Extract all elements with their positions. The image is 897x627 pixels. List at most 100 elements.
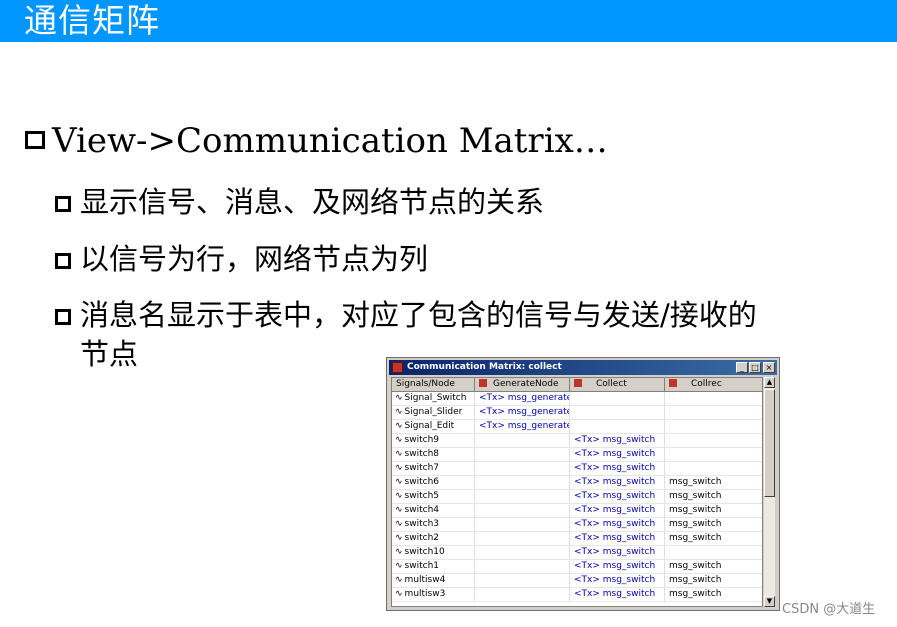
table-row[interactable]: ∿ switch8 <Tx> msg_switch [392,448,762,462]
collrec-cell[interactable]: msg_switch [665,476,762,490]
signal-name-cell[interactable]: ∿ switch4 [392,504,475,518]
collect-cell[interactable]: <Tx> msg_switch [570,588,665,602]
collrec-cell[interactable] [665,546,762,560]
scrollbar-thumb[interactable] [764,389,775,497]
table-row[interactable]: ∿ Signal_Edit <Tx> msg_generate [392,420,762,434]
table-row[interactable]: ∿ switch4 <Tx> msg_switch msg_switch [392,504,762,518]
window-title: Communication Matrix: collect [407,362,562,372]
column-header-label: Signals/Node [396,379,455,389]
signal-name-cell[interactable]: ∿ switch8 [392,448,475,462]
maximize-button[interactable]: □ [749,362,761,373]
minimize-button[interactable]: _ [736,362,748,373]
collect-cell[interactable] [570,392,665,406]
table-row[interactable]: ∿ switch5 <Tx> msg_switch msg_switch [392,490,762,504]
table-row[interactable]: ∿ switch9 <Tx> msg_switch [392,434,762,448]
table-row[interactable]: ∿ switch1 <Tx> msg_switch msg_switch [392,560,762,574]
signal-name-cell[interactable]: ∿ switch10 [392,546,475,560]
signal-wave-icon: ∿ [395,435,403,445]
generatenode-cell[interactable]: <Tx> msg_generate [475,406,570,420]
signal-name-cell[interactable]: ∿ switch7 [392,462,475,476]
collect-cell[interactable]: <Tx> msg_switch [570,546,665,560]
generatenode-cell[interactable] [475,574,570,588]
column-header-collect[interactable]: Collect [570,378,665,392]
collect-cell[interactable]: <Tx> msg_switch [570,532,665,546]
signal-name-cell[interactable]: ∿ Signal_Switch [392,392,475,406]
scroll-up-arrow-icon[interactable]: ▲ [764,377,775,388]
table-row[interactable]: ∿ switch10 <Tx> msg_switch [392,546,762,560]
column-header-generatenode[interactable]: GenerateNode [475,378,570,392]
collrec-cell[interactable] [665,420,762,434]
cell-text: switch7 [404,463,440,473]
collect-cell[interactable]: <Tx> msg_switch [570,504,665,518]
collrec-cell[interactable] [665,448,762,462]
table-row[interactable]: ∿ Signal_Switch <Tx> msg_generate [392,392,762,406]
table-row[interactable]: ∿ switch7 <Tx> msg_switch [392,462,762,476]
table-row[interactable]: ∿ switch2 <Tx> msg_switch msg_switch [392,532,762,546]
table-row[interactable]: ∿ multisw4 <Tx> msg_switch msg_switch [392,574,762,588]
column-header-signals-node[interactable]: Signals/Node [392,378,475,392]
collect-cell[interactable]: <Tx> msg_switch [570,476,665,490]
collrec-cell[interactable] [665,392,762,406]
signal-name-cell[interactable]: ∿ switch5 [392,490,475,504]
generatenode-cell[interactable] [475,560,570,574]
cell-text: <Tx> msg_switch [574,449,656,459]
table-row[interactable]: ∿ Signal_Slider <Tx> msg_generate [392,406,762,420]
signal-name-cell[interactable]: ∿ switch2 [392,532,475,546]
signal-wave-icon: ∿ [395,407,403,417]
cell-text: <Tx> msg_switch [574,533,656,543]
generatenode-cell[interactable] [475,462,570,476]
column-header-collrec[interactable]: Collrec [665,378,762,392]
window-title-bar[interactable]: Communication Matrix: collect _ □ × [389,360,777,375]
collect-cell[interactable]: <Tx> msg_switch [570,490,665,504]
table-row[interactable]: ∿ switch3 <Tx> msg_switch msg_switch [392,518,762,532]
cell-text: <Tx> msg_switch [574,589,656,599]
generatenode-cell[interactable] [475,546,570,560]
generatenode-cell[interactable] [475,476,570,490]
signal-name-cell[interactable]: ∿ multisw3 [392,588,475,602]
signal-name-cell[interactable]: ∿ switch1 [392,560,475,574]
collrec-cell[interactable]: msg_switch [665,504,762,518]
close-button[interactable]: × [763,362,775,373]
signal-name-cell[interactable]: ∿ switch9 [392,434,475,448]
collect-cell[interactable] [570,406,665,420]
collrec-cell[interactable]: msg_switch [665,490,762,504]
collect-cell[interactable]: <Tx> msg_switch [570,560,665,574]
collect-cell[interactable]: <Tx> msg_switch [570,574,665,588]
cell-text: switch8 [404,449,440,459]
collrec-cell[interactable]: msg_switch [665,588,762,602]
collect-cell[interactable]: <Tx> msg_switch [570,448,665,462]
signal-name-cell[interactable]: ∿ multisw4 [392,574,475,588]
generatenode-cell[interactable]: <Tx> msg_generate [475,420,570,434]
cell-text: <Tx> msg_switch [574,561,656,571]
collrec-cell[interactable]: msg_switch [665,574,762,588]
generatenode-cell[interactable] [475,518,570,532]
collrec-cell[interactable]: msg_switch [665,518,762,532]
signal-name-cell[interactable]: ∿ switch3 [392,518,475,532]
collect-cell[interactable]: <Tx> msg_switch [570,518,665,532]
generatenode-cell[interactable] [475,588,570,602]
generatenode-cell[interactable] [475,490,570,504]
signal-name-cell[interactable]: ∿ switch6 [392,476,475,490]
collrec-cell[interactable]: msg_switch [665,560,762,574]
collect-cell[interactable]: <Tx> msg_switch [570,462,665,476]
vertical-scrollbar[interactable]: ▲ ▼ [764,377,775,607]
collrec-cell[interactable] [665,434,762,448]
scroll-down-arrow-icon[interactable]: ▼ [764,596,775,607]
generatenode-cell[interactable] [475,532,570,546]
collrec-cell[interactable]: msg_switch [665,532,762,546]
signal-wave-icon: ∿ [395,575,403,585]
collrec-cell[interactable] [665,462,762,476]
generatenode-cell[interactable]: <Tx> msg_generate [475,392,570,406]
generatenode-cell[interactable] [475,448,570,462]
generatenode-cell[interactable] [475,434,570,448]
app-icon [392,362,403,373]
generatenode-cell[interactable] [475,504,570,518]
signal-name-cell[interactable]: ∿ Signal_Edit [392,420,475,434]
matrix-grid: Signals/Node GenerateNode Collect Collre… [391,377,763,607]
signal-name-cell[interactable]: ∿ Signal_Slider [392,406,475,420]
table-row[interactable]: ∿ switch6 <Tx> msg_switch msg_switch [392,476,762,490]
collrec-cell[interactable] [665,406,762,420]
table-row[interactable]: ∿ multisw3 <Tx> msg_switch msg_switch [392,588,762,602]
collect-cell[interactable]: <Tx> msg_switch [570,434,665,448]
collect-cell[interactable] [570,420,665,434]
